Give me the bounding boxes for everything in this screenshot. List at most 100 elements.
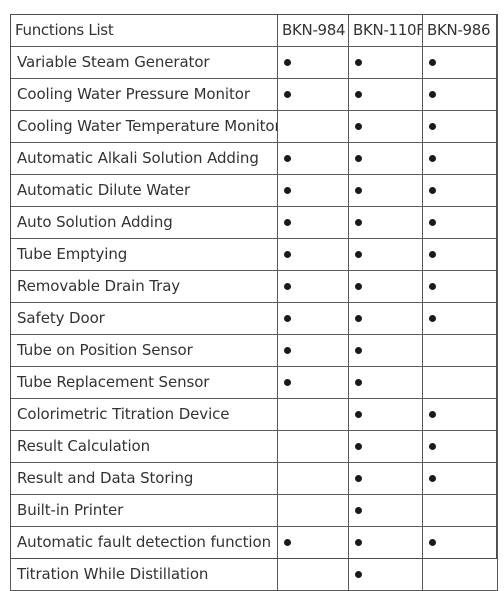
feature-name-label: Safety Door <box>17 309 105 328</box>
not-supported-cell <box>422 366 498 399</box>
feature-name-label: Result Calculation <box>17 437 150 456</box>
feature-name-cell: Automatic Dilute Water <box>10 174 278 207</box>
bullet-dot-icon <box>429 187 436 195</box>
supported-cell <box>277 174 349 207</box>
supported-cell <box>422 462 498 495</box>
feature-name-label: Tube Emptying <box>17 245 128 264</box>
column-header-model-1: BKN-984 <box>277 14 349 47</box>
bullet-dot-icon <box>355 379 362 387</box>
bullet-dot-icon <box>429 123 436 131</box>
feature-name-label: Built-in Printer <box>17 501 124 520</box>
supported-cell <box>422 78 498 111</box>
bullet-dot-icon <box>429 283 436 291</box>
feature-name-label: Colorimetric Titration Device <box>17 405 230 424</box>
feature-name-label: Removable Drain Tray <box>17 277 181 296</box>
feature-name-label: Automatic fault detection function <box>17 533 271 552</box>
table-row: Built-in Printer <box>10 494 498 527</box>
supported-cell <box>348 430 423 463</box>
bullet-dot-icon <box>284 59 291 67</box>
feature-name-cell: Colorimetric Titration Device <box>10 398 278 431</box>
supported-cell <box>348 334 423 367</box>
empty-cell-marker <box>429 347 436 354</box>
bullet-dot-icon <box>429 91 436 99</box>
table-row: Result and Data Storing <box>10 462 498 495</box>
supported-cell <box>277 270 349 303</box>
supported-cell <box>348 558 423 591</box>
bullet-dot-icon <box>355 507 362 515</box>
feature-name-cell: Titration While Distillation <box>10 558 278 591</box>
bullet-dot-icon <box>429 219 436 227</box>
supported-cell <box>277 302 349 335</box>
supported-cell <box>422 398 498 431</box>
feature-name-cell: Result Calculation <box>10 430 278 463</box>
bullet-dot-icon <box>355 411 362 419</box>
supported-cell <box>348 462 423 495</box>
supported-cell <box>422 206 498 239</box>
table-row: Result Calculation <box>10 430 498 463</box>
supported-cell <box>348 398 423 431</box>
empty-cell-marker <box>284 571 291 578</box>
supported-cell <box>348 366 423 399</box>
bullet-dot-icon <box>355 443 362 451</box>
feature-name-label: Result and Data Storing <box>17 469 194 488</box>
supported-cell <box>348 78 423 111</box>
not-supported-cell <box>277 558 349 591</box>
feature-name-label: Tube on Position Sensor <box>17 341 193 360</box>
supported-cell <box>277 142 349 175</box>
supported-cell <box>422 142 498 175</box>
supported-cell <box>422 110 498 143</box>
supported-cell <box>422 430 498 463</box>
column-header-model-2-label: BKN-110F <box>353 21 423 40</box>
column-header-functions-list-label: Functions List <box>15 21 114 40</box>
table-row: Safety Door <box>10 302 498 335</box>
feature-name-cell: Safety Door <box>10 302 278 335</box>
table-body: Variable Steam Generator Cooling Water Pr… <box>10 46 498 591</box>
feature-name-cell: Automatic fault detection function <box>10 526 278 559</box>
bullet-dot-icon <box>355 155 362 163</box>
bullet-dot-icon <box>429 251 436 259</box>
supported-cell <box>348 110 423 143</box>
bullet-dot-icon <box>355 347 362 355</box>
supported-cell <box>348 142 423 175</box>
table-header: Functions List BKN-984 BKN-110F BKN-986 <box>10 14 498 47</box>
empty-cell-marker <box>284 123 291 130</box>
feature-name-cell: Tube Replacement Sensor <box>10 366 278 399</box>
feature-name-cell: Cooling Water Pressure Monitor <box>10 78 278 111</box>
feature-name-label: Variable Steam Generator <box>17 53 210 72</box>
table-row: Automatic Alkali Solution Adding <box>10 142 498 175</box>
table-row: Automatic fault detection function <box>10 526 498 559</box>
column-header-model-2: BKN-110F <box>348 14 423 47</box>
feature-name-cell: Tube Emptying <box>10 238 278 271</box>
not-supported-cell <box>277 494 349 527</box>
feature-name-cell: Automatic Alkali Solution Adding <box>10 142 278 175</box>
functions-comparison-table: Functions List BKN-984 BKN-110F BKN-986 … <box>10 14 498 591</box>
feature-name-label: Automatic Dilute Water <box>17 181 191 200</box>
supported-cell <box>348 526 423 559</box>
table-row: Removable Drain Tray <box>10 270 498 303</box>
feature-name-label: Cooling Water Temperature Monitor <box>17 117 278 136</box>
table-row: Colorimetric Titration Device <box>10 398 498 431</box>
table-row: Automatic Dilute Water <box>10 174 498 207</box>
bullet-dot-icon <box>429 59 436 67</box>
not-supported-cell <box>422 334 498 367</box>
not-supported-cell <box>277 398 349 431</box>
empty-cell-marker <box>284 507 291 514</box>
empty-cell-marker <box>429 571 436 578</box>
bullet-dot-icon <box>429 411 436 419</box>
column-header-model-3-label: BKN-986 <box>427 21 491 40</box>
bullet-dot-icon <box>355 475 362 483</box>
bullet-dot-icon <box>429 539 436 547</box>
bullet-dot-icon <box>355 123 362 131</box>
bullet-dot-icon <box>355 539 362 547</box>
bullet-dot-icon <box>284 379 291 387</box>
bullet-dot-icon <box>284 347 291 355</box>
supported-cell <box>277 238 349 271</box>
feature-name-label: Tube Replacement Sensor <box>17 373 210 392</box>
supported-cell <box>422 46 498 79</box>
bullet-dot-icon <box>355 59 362 67</box>
specification-table-container: Functions List BKN-984 BKN-110F BKN-986 … <box>10 14 498 591</box>
not-supported-cell <box>277 110 349 143</box>
supported-cell <box>422 302 498 335</box>
feature-name-cell: Result and Data Storing <box>10 462 278 495</box>
supported-cell <box>348 206 423 239</box>
